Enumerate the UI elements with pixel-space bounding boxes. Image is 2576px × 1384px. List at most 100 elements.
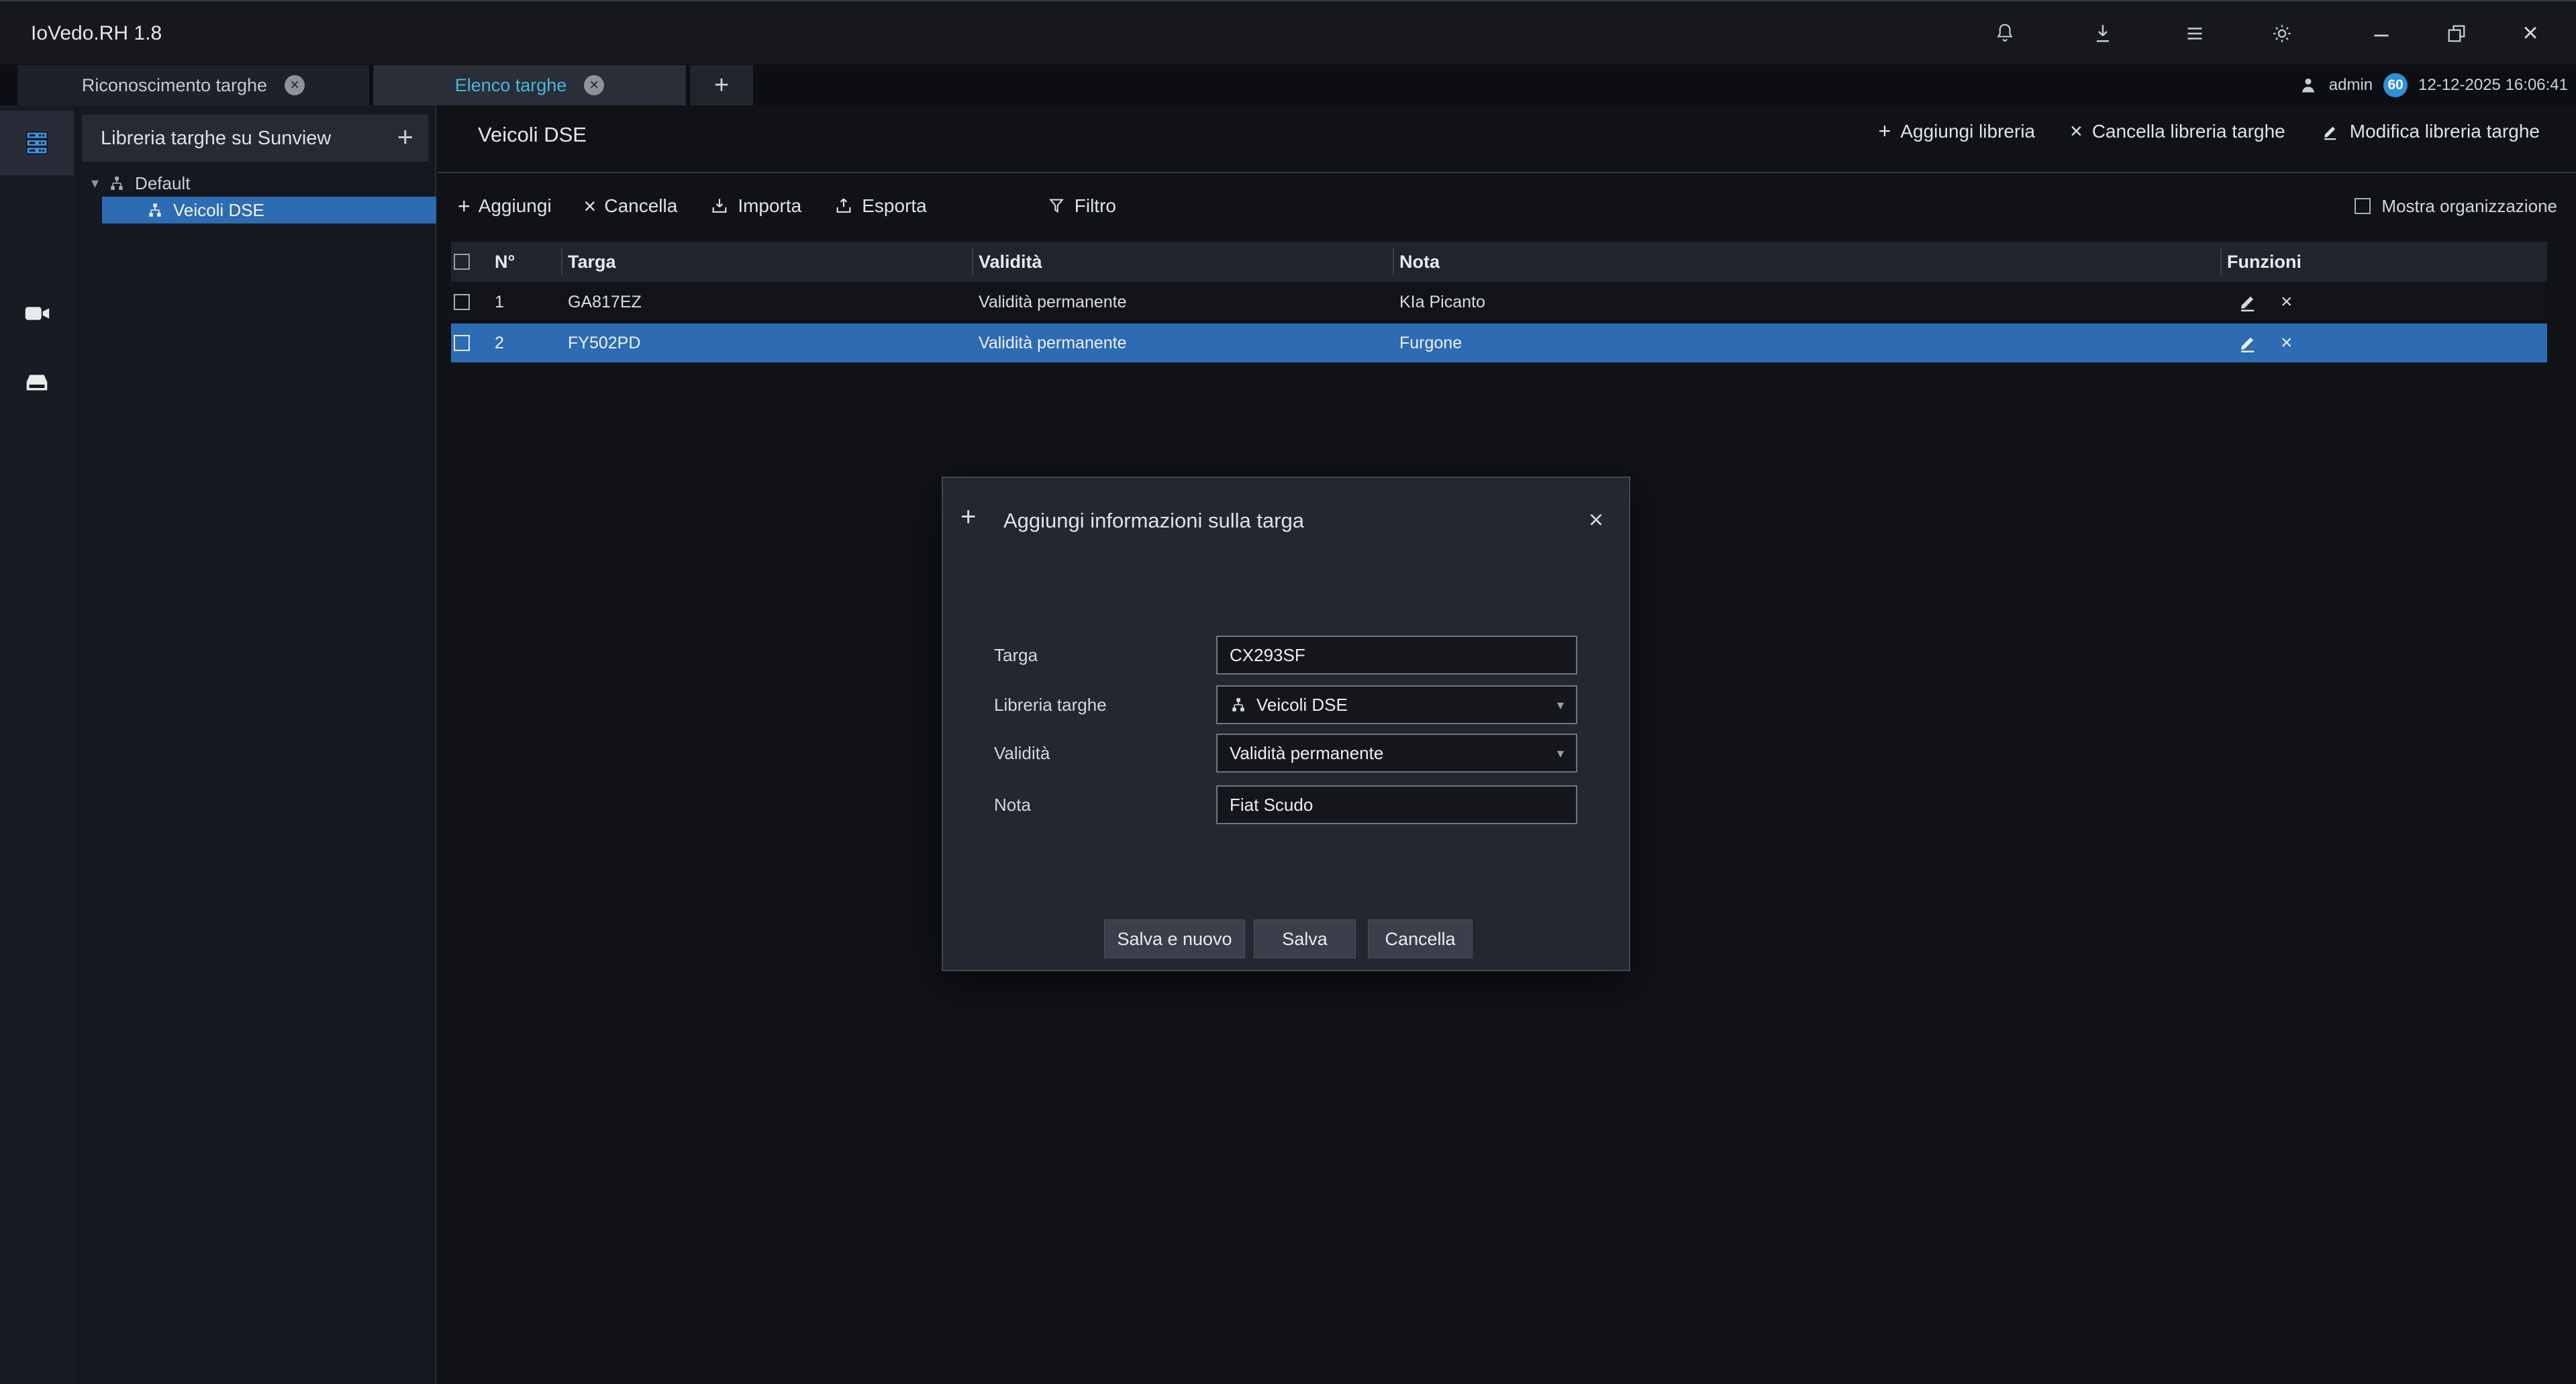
- col-n[interactable]: N°: [495, 242, 515, 282]
- field-label-nota: Nota: [994, 785, 1202, 824]
- cell-validita: Validità permanente: [979, 283, 1127, 321]
- field-label-targa: Targa: [994, 636, 1202, 675]
- show-organization-toggle[interactable]: Mostra organizzazione: [2355, 185, 2557, 228]
- add-library-button[interactable]: + Aggiungi libreria: [1879, 119, 2035, 144]
- save-button[interactable]: Salva: [1254, 920, 1356, 958]
- delete-row-icon[interactable]: ×: [2281, 324, 2293, 362]
- tab-strip: Riconoscimento targhe × Elenco targhe × …: [0, 65, 2576, 105]
- table-row[interactable]: 1 GA817EZ Validità permanente KIa Picant…: [451, 283, 2547, 322]
- col-nota[interactable]: Nota: [1399, 242, 1440, 282]
- libreria-select[interactable]: Veicoli DSE ▾: [1216, 685, 1577, 724]
- col-targa[interactable]: Targa: [568, 242, 616, 282]
- cancel-button[interactable]: Cancella: [1368, 920, 1473, 958]
- library-actions: + Aggiungi libreria × Cancella libreria …: [1879, 119, 2540, 144]
- col-validita[interactable]: Validità: [979, 242, 1042, 282]
- org-tree-icon: [108, 175, 126, 192]
- pencil-edit-icon: [2320, 121, 2340, 142]
- new-tab-button[interactable]: +: [690, 65, 753, 105]
- cell-n: 2: [495, 324, 504, 362]
- tab-elenco-targhe[interactable]: Elenco targhe ×: [373, 65, 686, 105]
- filter-button[interactable]: Filtro: [1046, 195, 1116, 217]
- tree-item-label: Default: [135, 173, 190, 194]
- settings-gear-icon[interactable]: [2259, 1, 2306, 65]
- notification-bell-icon[interactable]: [1981, 1, 2028, 65]
- org-tree-icon: [146, 201, 164, 219]
- x-icon: ×: [584, 194, 597, 219]
- plus-icon: +: [960, 502, 976, 532]
- table-header-row: N° Targa Validità Nota Funzioni: [451, 242, 2547, 282]
- menu-icon[interactable]: [2171, 1, 2218, 65]
- targa-input[interactable]: [1230, 637, 1564, 673]
- x-icon: ×: [2070, 119, 2083, 144]
- field-label-validita: Validità: [994, 734, 1202, 773]
- nota-field[interactable]: [1216, 785, 1577, 824]
- org-tree-icon: [1230, 696, 1247, 713]
- titlebar: IoVedo.RH 1.8 ×: [0, 0, 2576, 64]
- cell-nota: Furgone: [1399, 324, 1462, 362]
- show-organization-checkbox[interactable]: [2355, 198, 2371, 214]
- row-checkbox[interactable]: [454, 335, 470, 351]
- tab-close-icon[interactable]: ×: [584, 75, 604, 95]
- session-badge[interactable]: 60: [2383, 73, 2408, 97]
- close-window-icon[interactable]: ×: [2507, 1, 2554, 65]
- select-all-checkbox[interactable]: [454, 254, 470, 270]
- chevron-down-icon[interactable]: ▾: [1557, 697, 1564, 713]
- delete-library-button[interactable]: × Cancella libreria targhe: [2070, 119, 2285, 144]
- export-icon: [834, 196, 854, 216]
- plus-icon: +: [458, 194, 470, 219]
- sidebar-item-cameras[interactable]: [0, 281, 74, 346]
- edit-row-icon[interactable]: [2236, 283, 2259, 321]
- library-panel-title: Libreria targhe su Sunview: [101, 115, 331, 162]
- nota-input[interactable]: [1230, 787, 1564, 823]
- cell-nota: KIa Picanto: [1399, 283, 1485, 321]
- row-checkbox[interactable]: [454, 294, 470, 310]
- validita-value: Validità permanente: [1230, 743, 1383, 764]
- dialog-close-icon[interactable]: ×: [1579, 503, 1613, 537]
- add-plate-dialog: + Aggiungi informazioni sulla targa × Ta…: [942, 477, 1630, 971]
- library-panel-header: Libreria targhe su Sunview +: [82, 115, 428, 162]
- minimize-icon[interactable]: [2358, 1, 2405, 65]
- col-funzioni[interactable]: Funzioni: [2227, 242, 2301, 282]
- session-info: admin 60 12-12-2025 16:06:41: [2298, 65, 2568, 105]
- cell-n: 1: [495, 283, 504, 321]
- cell-targa: FY502PD: [568, 324, 640, 362]
- tree-item-default[interactable]: ▾ Default: [74, 170, 436, 197]
- targa-field[interactable]: [1216, 636, 1577, 675]
- add-library-icon[interactable]: +: [397, 115, 413, 162]
- tab-close-icon[interactable]: ×: [285, 75, 305, 95]
- storage-drive-icon: [21, 367, 52, 398]
- username[interactable]: admin: [2329, 76, 2373, 95]
- export-button[interactable]: Esporta: [834, 195, 927, 217]
- cell-targa: GA817EZ: [568, 283, 642, 321]
- tree-item-veicoli-dse[interactable]: Veicoli DSE: [102, 197, 436, 224]
- app-window: { "titlebar": { "app_title": "IoVedo.RH …: [0, 0, 2576, 1384]
- chevron-down-icon[interactable]: ▾: [1557, 745, 1564, 762]
- libreria-value: Veicoli DSE: [1256, 695, 1348, 715]
- restore-window-icon[interactable]: [2433, 1, 2480, 65]
- library-title: Veicoli DSE: [478, 123, 587, 147]
- delete-row-icon[interactable]: ×: [2281, 283, 2293, 321]
- table-row-selected[interactable]: 2 FY502PD Validità permanente Furgone ×: [451, 324, 2547, 362]
- plus-icon: +: [1879, 119, 1891, 144]
- app-title: IoVedo.RH 1.8: [31, 1, 162, 65]
- datetime: 12-12-2025 16:06:41: [2418, 76, 2568, 95]
- tab-label: Elenco targhe: [455, 75, 567, 96]
- field-label-libreria: Libreria targhe: [994, 685, 1202, 724]
- tree-item-label: Veicoli DSE: [173, 200, 264, 221]
- dialog-title: Aggiungi informazioni sulla targa: [1003, 509, 1304, 533]
- sidebar-item-plate-library[interactable]: [0, 111, 74, 175]
- save-and-new-button[interactable]: Salva e nuovo: [1104, 920, 1245, 958]
- divider: [438, 172, 2576, 173]
- delete-plate-button[interactable]: × Cancella: [584, 194, 678, 219]
- tab-riconoscimento-targhe[interactable]: Riconoscimento targhe ×: [17, 65, 369, 105]
- edit-library-button[interactable]: Modifica libreria targhe: [2320, 119, 2540, 144]
- chevron-down-icon[interactable]: ▾: [91, 175, 99, 192]
- edit-row-icon[interactable]: [2236, 324, 2259, 362]
- validita-select[interactable]: Validità permanente ▾: [1216, 734, 1577, 773]
- add-plate-button[interactable]: + Aggiungi: [458, 194, 552, 219]
- sidebar-item-storage[interactable]: [0, 350, 74, 415]
- download-manager-icon[interactable]: [2079, 1, 2126, 65]
- user-icon: [2298, 75, 2318, 95]
- filter-funnel-icon: [1046, 196, 1067, 216]
- import-button[interactable]: Importa: [709, 195, 801, 217]
